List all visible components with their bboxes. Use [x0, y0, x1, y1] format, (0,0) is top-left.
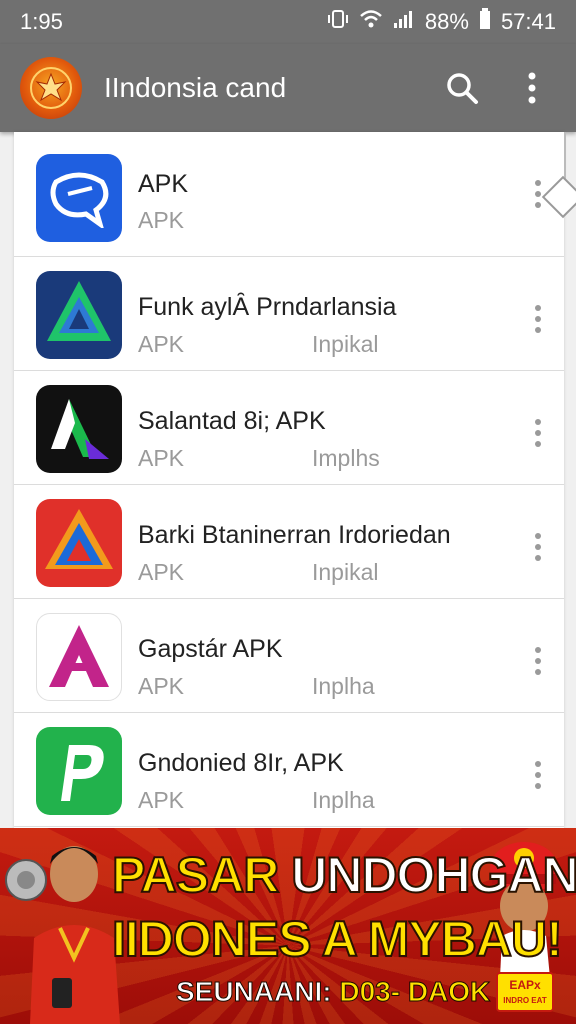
app-name: Gapstár APK	[138, 635, 283, 663]
app-logo[interactable]	[20, 57, 82, 119]
banner-headline-1a: PASAR	[111, 846, 280, 904]
a-logo-icon	[36, 385, 122, 473]
wifi-icon	[359, 9, 383, 35]
badge-bottom-text: INDRO EAT	[503, 996, 547, 1005]
signal-icon	[393, 9, 415, 35]
item-more-button[interactable]	[530, 527, 546, 567]
list-item[interactable]: Gapstár APK APK Inplha	[14, 599, 564, 713]
badge-top-text: EAPx	[509, 978, 541, 992]
list-item[interactable]: Gndonied 8Ir, APK APK Inplha	[14, 713, 564, 827]
item-more-button[interactable]	[530, 755, 546, 795]
item-more-button[interactable]	[530, 413, 546, 453]
app-list: APK APK Funk aylȂ Prndarlansia APK Inpik…	[14, 132, 564, 828]
list-item[interactable]: Funk aylȂ Prndarlansia APK Inpikal	[14, 257, 564, 371]
app-category: Implhs	[312, 445, 380, 471]
app-type: APK	[138, 445, 185, 471]
banner-headline-1: PASAR UNDOHGAN	[111, 846, 576, 904]
list-item[interactable]: Salantad 8i; APK APK Implhs	[14, 371, 564, 485]
app-type: APK	[138, 559, 185, 585]
overflow-menu-button[interactable]	[508, 64, 556, 112]
app-name: Funk aylȂ Prndarlansia	[138, 293, 397, 321]
search-button[interactable]	[438, 64, 486, 112]
app-name: APK	[138, 170, 189, 198]
banner-headline-1b: UNDOHGAN	[290, 846, 576, 904]
status-time: 1:95	[20, 9, 63, 34]
a-triangle-icon	[36, 499, 122, 587]
app-type: APK	[138, 673, 185, 699]
app-title: IIndonsia cand	[104, 72, 287, 103]
triangle-icon	[36, 271, 122, 359]
banner-subline-b: D03- DAOK	[339, 976, 491, 1008]
more-vert-icon	[528, 72, 536, 104]
app-category: Inplha	[312, 673, 375, 699]
item-more-button[interactable]	[530, 641, 546, 681]
app-type: APK	[138, 207, 185, 233]
vibrate-icon	[327, 8, 349, 36]
app-type: APK	[138, 787, 185, 813]
app-category: Inpikal	[312, 331, 379, 357]
a-letter-icon	[36, 613, 122, 701]
app-name: Salantad 8i; APK	[138, 407, 326, 435]
search-icon	[447, 73, 478, 104]
banner-badge: EAPx INDRO EAT	[496, 972, 554, 1012]
list-item[interactable]: APK APK	[14, 132, 564, 257]
app-name: Barki Btaninerran Irdoriedan	[138, 521, 451, 549]
status-icons: 88% 57:41	[327, 8, 556, 36]
chat-bubble-icon	[36, 154, 122, 242]
app-category: Inplha	[312, 787, 375, 813]
banner-subline-a: SEUNAANI:	[176, 976, 333, 1008]
status-clock: 57:41	[500, 9, 556, 34]
status-bar: 1:95 88% 57:41	[0, 0, 576, 44]
banner-headline-2: IIDONES A MYBAU!	[111, 910, 564, 968]
item-more-button[interactable]	[530, 299, 546, 339]
ad-banner[interactable]: PASAR UNDOHGAN IIDONES A MYBAU! SEUNAANI…	[0, 828, 576, 1024]
scrollbar-track	[564, 132, 566, 182]
app-name: Gndonied 8Ir, APK	[138, 749, 344, 777]
battery-percent: 88%	[424, 9, 469, 34]
man-illustration-icon	[5, 846, 120, 1024]
banner-subline: SEUNAANI: D03- DAOK	[176, 976, 491, 1008]
app-category: Inpikal	[312, 559, 379, 585]
app-type: APK	[138, 331, 185, 357]
p-logo-icon	[36, 727, 122, 815]
battery-icon	[479, 8, 491, 36]
app-bar: IIndonsia cand	[0, 44, 576, 132]
list-item[interactable]: Barki Btaninerran Irdoriedan APK Inpikal	[14, 485, 564, 599]
garuda-emblem-icon	[30, 67, 72, 109]
